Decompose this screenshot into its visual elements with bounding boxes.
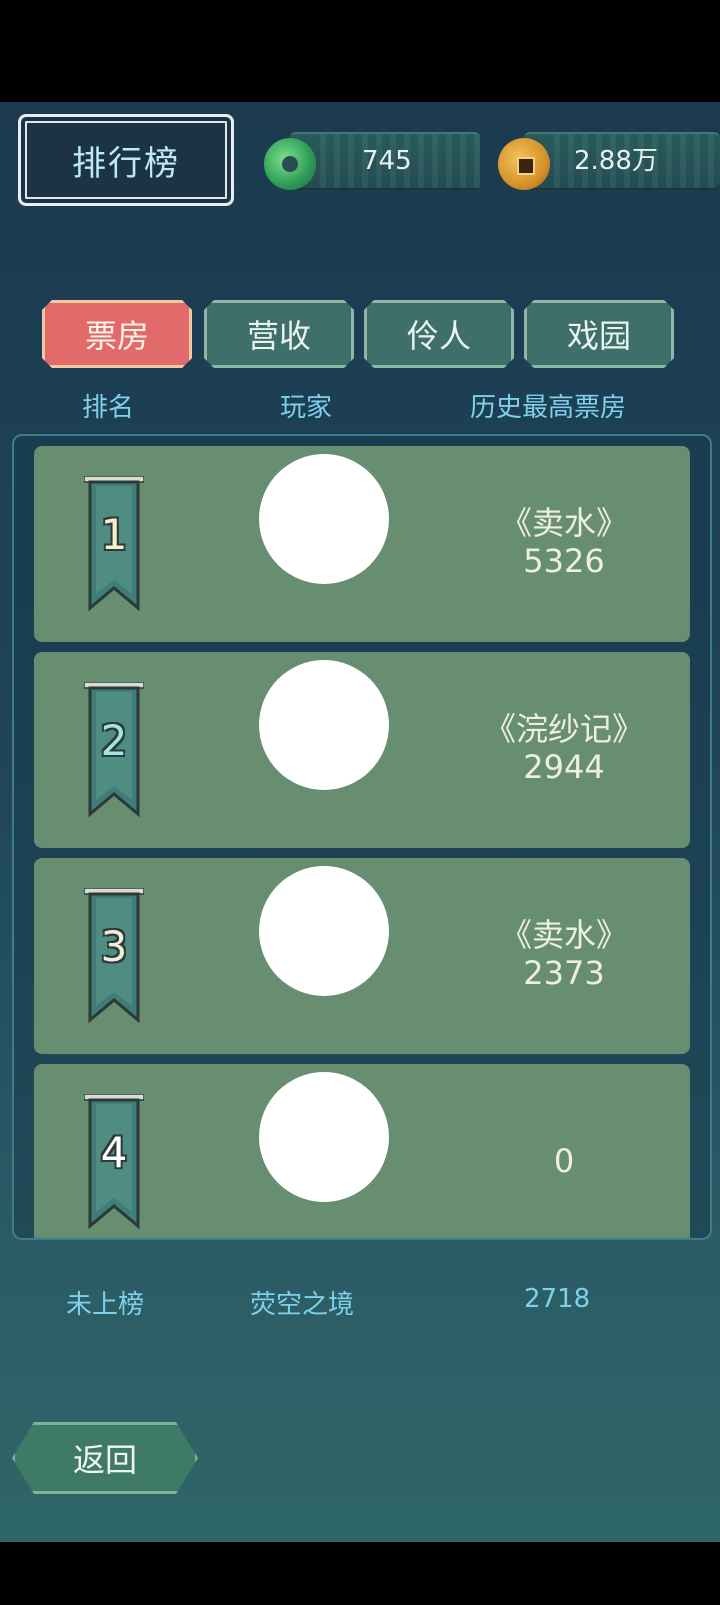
column-header-rank: 排名	[82, 393, 135, 423]
avatar[interactable]	[259, 866, 389, 996]
play-name: 《卖水》	[499, 504, 628, 542]
tab-label: 戏园	[566, 317, 631, 355]
table-row[interactable]: 2 《浣纱记》 2944	[34, 652, 690, 848]
page-title-text: 排行榜	[72, 143, 180, 184]
bottom-bar	[0, 1542, 720, 1605]
rank-number: 2	[100, 716, 128, 765]
tab-theaters[interactable]: 戏园	[524, 300, 674, 368]
tab-label: 伶人	[406, 317, 471, 355]
tab-label: 营收	[246, 317, 311, 355]
column-header-best: 历史最高票房	[470, 393, 627, 423]
box-office-value: 2944	[523, 748, 605, 786]
column-header-player: 玩家	[280, 393, 333, 423]
box-office-value: 5326	[523, 542, 605, 580]
tab-performers[interactable]: 伶人	[364, 300, 514, 368]
own-rank: 未上榜	[66, 1290, 145, 1320]
rank-number: 4	[100, 1128, 128, 1177]
box-office-value: 0	[553, 1142, 575, 1180]
tab-box-office[interactable]: 票房	[42, 300, 192, 368]
tab-revenue[interactable]: 营收	[204, 300, 354, 368]
jade-amount: 745	[362, 146, 412, 176]
own-player-name: 荧空之境	[250, 1290, 355, 1320]
table-row[interactable]: 4 0	[34, 1064, 690, 1238]
avatar[interactable]	[259, 1072, 389, 1202]
rank-number: 3	[100, 922, 128, 971]
leaderboard-list[interactable]: 1 《卖水》 5326 2 《浣纱记》 2944 3 《卖水》 2373 4 0	[12, 434, 712, 1240]
box-office-value: 2373	[523, 954, 605, 992]
play-name: 《浣纱记》	[483, 710, 644, 748]
avatar[interactable]	[259, 660, 389, 790]
back-button[interactable]: 返回	[12, 1422, 198, 1494]
rank-number: 1	[100, 510, 128, 559]
jade-currency-bar: 745	[290, 132, 480, 190]
tab-label: 票房	[84, 317, 149, 355]
back-button-label: 返回	[72, 1441, 137, 1479]
table-row[interactable]: 1 《卖水》 5326	[34, 446, 690, 642]
own-best-value: 2718	[524, 1284, 591, 1314]
table-row[interactable]: 3 《卖水》 2373	[34, 858, 690, 1054]
play-name: 《卖水》	[499, 916, 628, 954]
leaderboard-screen: 排行榜 745 2.88万 票房 营收 伶人 戏园 排名 玩家 历史最高票房 1…	[0, 102, 720, 1542]
avatar[interactable]	[259, 454, 389, 584]
coin-amount: 2.88万	[574, 146, 658, 176]
page-title: 排行榜	[18, 114, 234, 206]
jade-icon	[264, 138, 316, 190]
coin-currency-bar: 2.88万	[524, 132, 720, 190]
coin-icon	[498, 138, 550, 190]
